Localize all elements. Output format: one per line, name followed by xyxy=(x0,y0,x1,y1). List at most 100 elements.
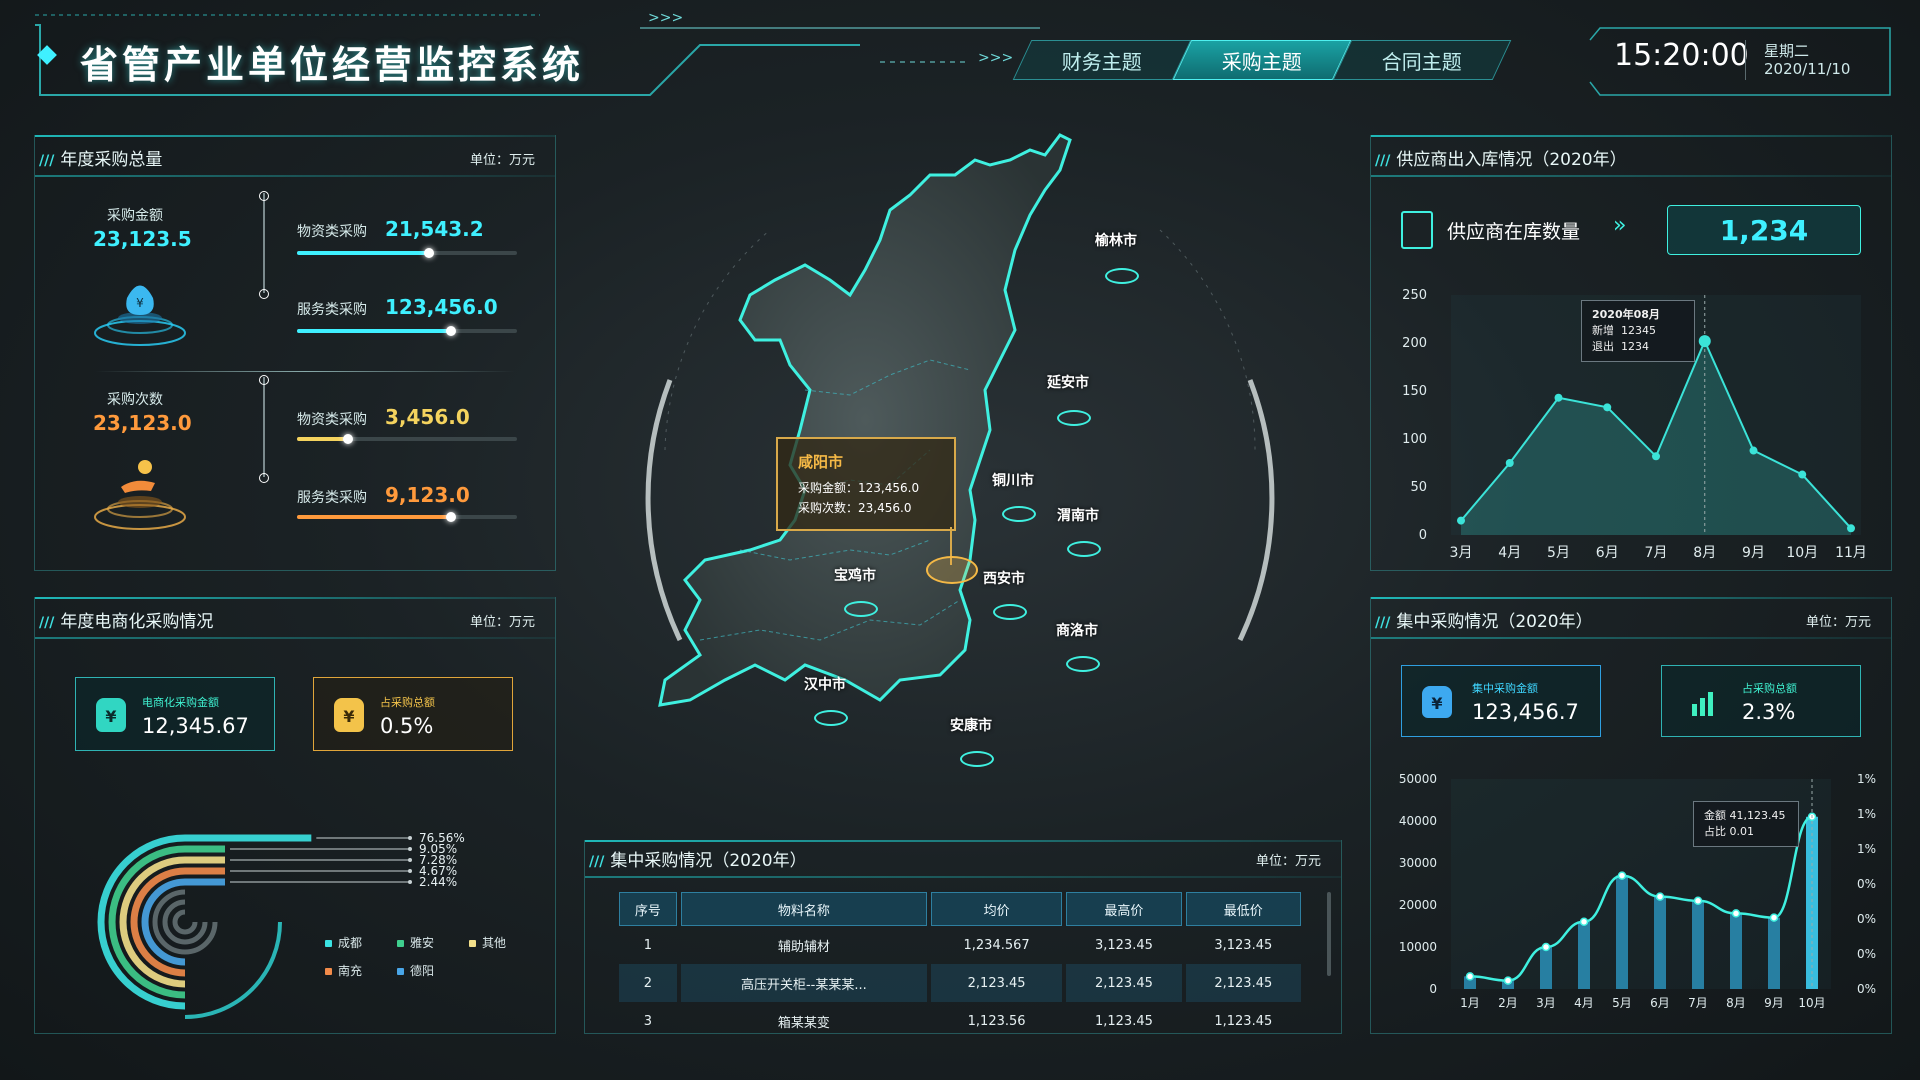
y-tick-label: 50 xyxy=(1410,480,1427,495)
timeline-node xyxy=(259,289,269,299)
progress-knob xyxy=(424,248,434,258)
material-count-label: 物资类采购 xyxy=(297,412,367,428)
tooltip-exit-label: 退出 xyxy=(1592,340,1614,353)
material-count-fill xyxy=(297,437,348,441)
supplier-title-text: 供应商出入库情况（2020年） xyxy=(1396,150,1627,170)
title-slash-icon: /// xyxy=(39,615,55,631)
panel-top-line xyxy=(1371,597,1891,599)
money-bag-icon: ¥ xyxy=(96,698,126,732)
tooltip-new-label: 新增 xyxy=(1592,324,1614,337)
data-point xyxy=(1731,909,1741,918)
ecommerce-unit: 单位：万元 xyxy=(469,615,535,630)
decor-arc-right xyxy=(1237,379,1275,642)
tab-purchase[interactable]: 采购主题 xyxy=(1172,40,1352,80)
material-amount-bar xyxy=(297,248,517,258)
central-table-title-text: 集中采购情况（2020年） xyxy=(610,851,807,871)
panel-head-line xyxy=(585,876,1341,878)
panel-top-line xyxy=(35,597,555,599)
xianyang-pin[interactable] xyxy=(926,556,978,584)
panel-top-line xyxy=(35,135,555,137)
cell-material[interactable]: 辅助辅材 xyxy=(681,926,927,964)
panel-head-line xyxy=(1371,175,1891,177)
cell-index: 3 xyxy=(643,1013,653,1029)
y-tick-label: 0 xyxy=(1429,982,1437,996)
timeline-node xyxy=(259,191,269,201)
central-tooltip: 金额 41,123.45 占比 0.01 xyxy=(1693,801,1799,847)
data-point xyxy=(1505,459,1514,467)
x-tick-label: 4月 xyxy=(1498,545,1521,561)
bar xyxy=(1616,875,1628,989)
y-tick-label: 30000 xyxy=(1399,856,1437,870)
service-count-label: 服务类采购 xyxy=(297,490,367,506)
count-value: 23,123.0 xyxy=(93,411,192,435)
decor-ring xyxy=(162,899,208,945)
timeline-line xyxy=(263,377,265,477)
y-tick-label: 0 xyxy=(1419,528,1427,543)
cell-min: 2,123.45 xyxy=(1185,964,1301,1002)
legend-swatch xyxy=(325,940,332,947)
city-pin xyxy=(1067,541,1101,557)
tab-contract-label: 合同主题 xyxy=(1382,49,1462,74)
x-tick-label: 3月 xyxy=(1536,996,1556,1010)
ecommerce-ratio-value: 0.5% xyxy=(380,714,434,738)
y2-tick-label: 0% xyxy=(1857,877,1876,891)
service-count-fill xyxy=(297,515,451,519)
legend-label: 成都 xyxy=(338,936,363,950)
progress-knob xyxy=(446,512,456,522)
panel-top-line xyxy=(1371,135,1891,137)
bar xyxy=(1654,896,1666,989)
x-tick-label: 5月 xyxy=(1612,996,1632,1010)
legend-item: 德阳 xyxy=(397,962,434,979)
table-row[interactable]: 3 箱某某变 1,123.56 1,123.45 1,123.45 xyxy=(619,1002,1301,1040)
cell-index: 1 xyxy=(643,937,653,953)
cell-avg: 1,123.56 xyxy=(967,1013,1026,1029)
material-amount: 21,543.2 xyxy=(385,217,484,241)
annual-purchase-title-text: 年度采购总量 xyxy=(60,150,163,170)
ecommerce-title: /// 年度电商化采购情况 xyxy=(39,607,213,637)
tab-contract[interactable]: 合同主题 xyxy=(1332,40,1512,80)
table-row[interactable]: 1 辅助辅材 1,234.567 3,123.45 3,123.45 xyxy=(619,926,1301,964)
panel-head-line xyxy=(35,637,555,639)
x-tick-label: 1月 xyxy=(1460,996,1480,1010)
y-tick-label: 20000 xyxy=(1399,898,1437,912)
system-title: 省管产业单位经营监控系统 xyxy=(80,43,585,87)
timeline-line xyxy=(263,193,265,293)
legend-swatch xyxy=(397,940,404,947)
city-pin xyxy=(844,601,878,617)
service-count-bar xyxy=(297,512,517,522)
title-slash-icon: /// xyxy=(39,153,55,169)
tab-finance[interactable]: 财务主题 xyxy=(1012,40,1192,80)
tooltip-new-value: 12345 xyxy=(1621,324,1656,337)
ecommerce-title-text: 年度电商化采购情况 xyxy=(60,612,214,632)
city-label: 铜川市 xyxy=(992,473,1034,489)
central-bar-chart: 0 10000 20000 30000 40000 50000 0% 0% 0% 0% 1% 1% 1%… xyxy=(1399,772,1876,1010)
tooltip-amount-value: 123,456.0 xyxy=(858,481,920,495)
tooltip-amount-label: 采购金额： xyxy=(798,481,859,495)
x-tick-label: 3月 xyxy=(1450,545,1473,561)
central-table-title: /// 集中采购情况（2020年） xyxy=(589,846,807,876)
central-ratio-card: 占采购总额 2.3% xyxy=(1661,665,1861,737)
weekday: 星期二 xyxy=(1764,42,1810,60)
legend-swatch xyxy=(397,968,404,975)
service-amount: 123,456.0 xyxy=(385,295,498,319)
central-amount-value: 123,456.7 xyxy=(1472,700,1579,724)
cell-material[interactable]: 箱某某变 xyxy=(681,1002,927,1040)
icon-bar xyxy=(1700,698,1705,716)
block-divider xyxy=(95,371,515,372)
service-amount-bar xyxy=(297,326,517,336)
count-label: 采购次数 xyxy=(107,392,163,408)
table-scrollbar[interactable] xyxy=(1327,892,1331,976)
timeline-node xyxy=(259,473,269,483)
progress-knob xyxy=(342,434,353,444)
x-tick-label: 10月 xyxy=(1798,996,1825,1010)
timeline-node xyxy=(259,375,269,385)
legend-item: 雅安 xyxy=(397,934,434,951)
tooltip-amount: 采购金额：123,456.0 xyxy=(798,479,919,496)
title-slash-icon: /// xyxy=(589,854,605,870)
date: 2020/11/10 xyxy=(1764,60,1851,78)
table-row[interactable]: 2 高压开关柜--某某某... 2,123.45 2,123.45 2,123.… xyxy=(619,964,1301,1002)
x-tick-label: 11月 xyxy=(1835,545,1867,561)
tooltip-ratio: 占比 0.01 xyxy=(1704,825,1754,838)
annual-purchase-title: /// 年度采购总量 xyxy=(39,145,162,175)
cell-material[interactable]: 高压开关柜--某某某... xyxy=(680,964,927,1002)
